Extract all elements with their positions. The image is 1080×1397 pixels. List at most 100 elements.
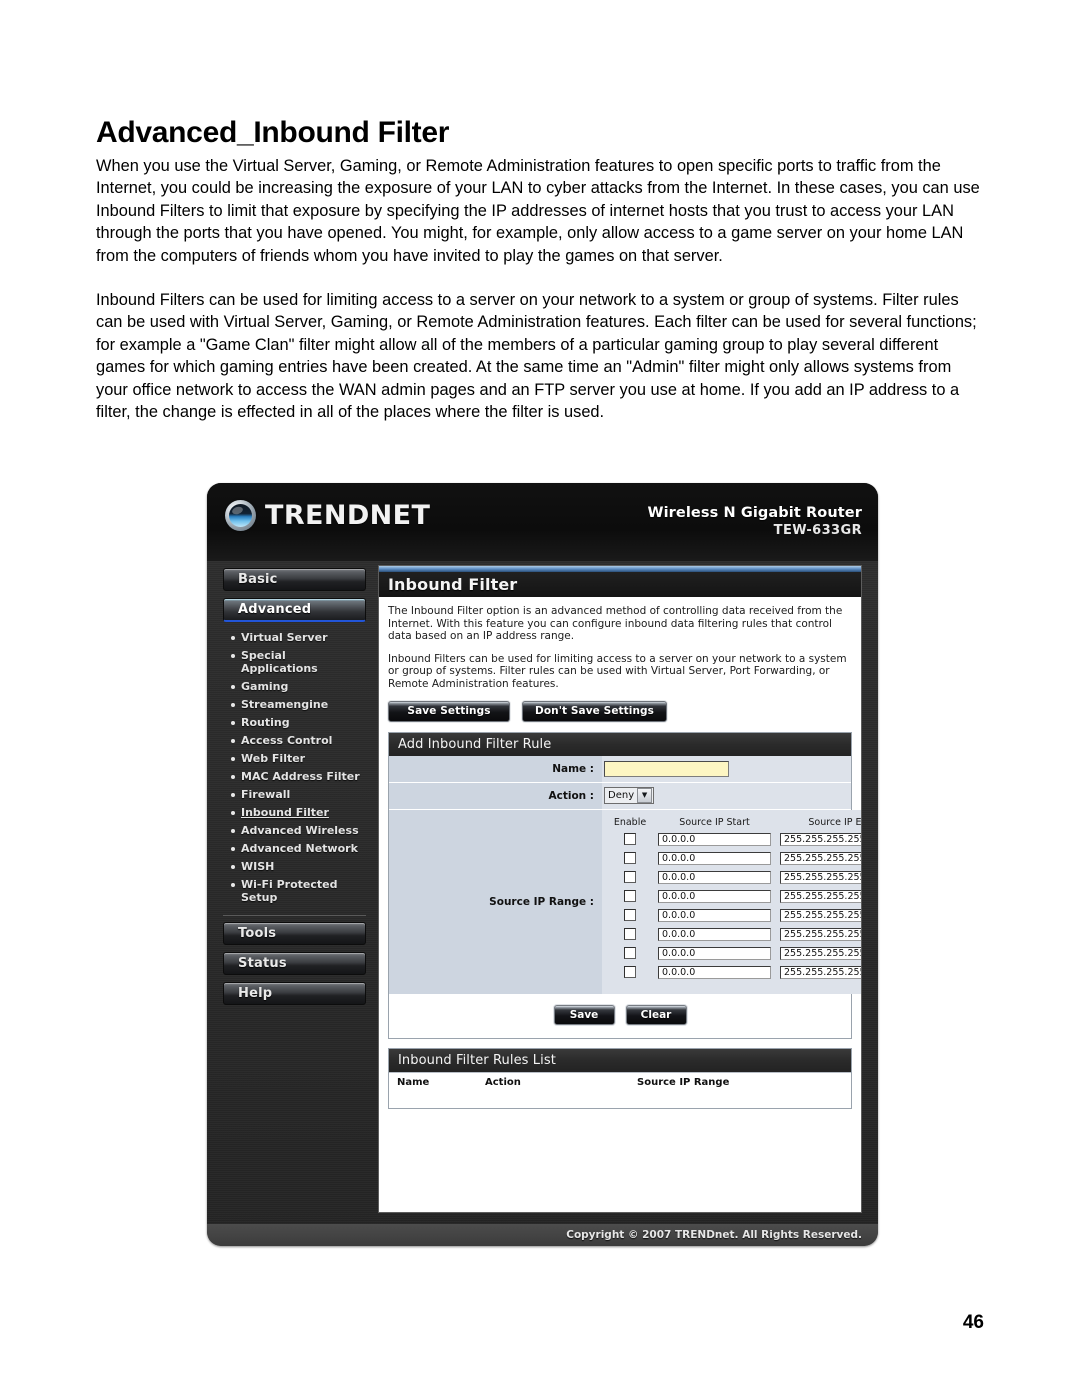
source-ip-start-input[interactable]: 0.0.0.0 — [658, 927, 771, 941]
action-row: Action : Deny ▼ — [389, 782, 851, 810]
table-row: 0.0.0.0 255.255.255.255 — [602, 870, 861, 884]
column-header-source-ip-range: Source IP Range — [637, 1076, 730, 1088]
rule-action-buttons: Save Clear — [389, 993, 851, 1038]
source-ip-end-input[interactable]: 255.255.255.255 — [780, 908, 861, 922]
sidebar-item-tools-label: Tools — [238, 926, 277, 941]
inbound-filter-rules-list-panel: Inbound Filter Rules List Name Action So… — [388, 1047, 852, 1109]
submenu-item-advanced-wireless[interactable]: Advanced Wireless — [229, 824, 366, 837]
submenu-item-wifi-protected-setup[interactable]: Wi-Fi Protected Setup — [229, 878, 366, 904]
bullet-icon — [231, 811, 235, 815]
bullet-icon — [231, 739, 235, 743]
enable-checkbox[interactable] — [624, 890, 636, 903]
sidebar-item-status[interactable]: Status — [223, 952, 366, 975]
submenu-item-web-filter[interactable]: Web Filter — [229, 752, 366, 765]
action-select-value: Deny — [608, 790, 635, 802]
bullet-icon — [231, 636, 235, 640]
submenu-item-gaming[interactable]: Gaming — [229, 680, 366, 693]
enable-checkbox[interactable] — [624, 947, 636, 960]
enable-checkbox[interactable] — [624, 871, 636, 884]
add-rule-body: Name : Action : Deny ▼ Source IP Range:… — [389, 755, 861, 1038]
submenu-item-access-control[interactable]: Access Control — [229, 734, 366, 747]
content-inner: The Inbound Filter option is an advanced… — [379, 597, 861, 1109]
submenu-item-wish[interactable]: WISH — [229, 860, 366, 873]
chevron-down-icon: ▼ — [637, 788, 653, 804]
intro-paragraph-2: Inbound Filters can be used for limiting… — [388, 652, 847, 690]
source-ip-end-input[interactable]: 255.255.255.255 — [780, 851, 861, 865]
sidebar-item-tools[interactable]: Tools — [223, 922, 366, 945]
model-id: TEW-633GR — [773, 523, 862, 538]
source-ip-range-table: Enable Source IP Start Source IP End 0.0… — [602, 809, 862, 994]
model-info: Wireless N Gigabit Router TEW-633GR — [648, 505, 862, 538]
sidebar-item-help[interactable]: Help — [223, 982, 366, 1005]
source-ip-end-input[interactable]: 255.255.255.255 — [780, 965, 861, 979]
table-row: 0.0.0.0 255.255.255.255 — [602, 965, 861, 979]
submenu-item-firewall[interactable]: Firewall — [229, 788, 366, 801]
clear-button[interactable]: Clear — [625, 1004, 687, 1025]
source-ip-end-input[interactable]: 255.255.255.255 — [780, 889, 861, 903]
add-inbound-filter-rule-panel: Add Inbound Filter Rule Name : Action : — [388, 731, 861, 1039]
action-label: Action : — [548, 789, 594, 802]
source-ip-start-input[interactable]: 0.0.0.0 — [658, 946, 771, 960]
bullet-icon — [231, 721, 235, 725]
table-row: 0.0.0.0 255.255.255.255 — [602, 946, 861, 960]
source-ip-start-input[interactable]: 0.0.0.0 — [658, 908, 771, 922]
paragraph-1: When you use the Virtual Server, Gaming,… — [96, 157, 980, 265]
source-ip-range-label: Source IP Range : — [389, 809, 602, 994]
enable-checkbox[interactable] — [624, 928, 636, 941]
enable-checkbox[interactable] — [624, 833, 636, 846]
source-ip-start-input[interactable]: 0.0.0.0 — [658, 832, 771, 846]
source-ip-start-input[interactable]: 0.0.0.0 — [658, 889, 771, 903]
enable-checkbox[interactable] — [624, 852, 636, 865]
submenu-item-virtual-server[interactable]: Virtual Server — [229, 631, 366, 644]
sidebar-item-basic-label: Basic — [238, 572, 278, 587]
paragraph-2: Inbound Filters can be used for limiting… — [96, 291, 977, 422]
bullet-icon — [231, 847, 235, 851]
table-row: 0.0.0.0 255.255.255.255 — [602, 908, 861, 922]
source-ip-start-input[interactable]: 0.0.0.0 — [658, 870, 771, 884]
page-number: 46 — [962, 1312, 984, 1333]
source-ip-end-input[interactable]: 255.255.255.255 — [780, 946, 861, 960]
enable-checkbox[interactable] — [624, 966, 636, 979]
bullet-icon — [231, 793, 235, 797]
submenu-item-streamengine[interactable]: Streamengine — [229, 698, 366, 711]
source-ip-start-input[interactable]: 0.0.0.0 — [658, 965, 771, 979]
rules-list-heading: Inbound Filter Rules List — [389, 1048, 851, 1072]
name-label: Name : — [552, 762, 594, 775]
settings-button-row: Save Settings Don't Save Settings — [388, 700, 852, 722]
sidebar-item-advanced[interactable]: Advanced — [223, 598, 366, 622]
document-body: When you use the Virtual Server, Gaming,… — [96, 155, 982, 445]
save-button[interactable]: Save — [553, 1004, 615, 1025]
rules-list-header: Name Action Source IP Range — [389, 1071, 851, 1092]
name-input[interactable] — [604, 760, 729, 777]
column-header-name: Name — [397, 1076, 430, 1088]
dont-save-settings-button[interactable]: Don't Save Settings — [522, 700, 668, 722]
submenu-item-routing[interactable]: Routing — [229, 716, 366, 729]
sidebar-item-advanced-label: Advanced — [238, 602, 312, 617]
trendnet-brand: TRENDNET — [225, 500, 430, 531]
content-area: Inbound Filter The Inbound Filter option… — [378, 565, 862, 1213]
source-ip-start-input[interactable]: 0.0.0.0 — [658, 851, 771, 865]
copyright-text: Copyright © 2007 TRENDnet. All Rights Re… — [566, 1229, 862, 1241]
save-settings-button[interactable]: Save Settings — [388, 700, 510, 722]
column-header-source-ip-end: Source IP End — [808, 816, 862, 828]
enable-checkbox[interactable] — [624, 909, 636, 922]
submenu-item-inbound-filter[interactable]: Inbound Filter — [229, 806, 366, 819]
rules-list-empty-area — [389, 1091, 851, 1108]
brand-name: TRENDNET — [265, 500, 431, 531]
bullet-icon — [231, 829, 235, 833]
action-select[interactable]: Deny ▼ — [604, 787, 655, 805]
intro-text: The Inbound Filter option is an advanced… — [388, 605, 852, 691]
sidebar-item-basic[interactable]: Basic — [223, 568, 366, 591]
submenu-item-advanced-network[interactable]: Advanced Network — [229, 842, 366, 855]
submenu-item-mac-address-filter[interactable]: MAC Address Filter — [229, 770, 366, 783]
source-ip-end-input[interactable]: 255.255.255.255 — [780, 927, 861, 941]
table-row: 0.0.0.0 255.255.255.255 — [602, 851, 861, 865]
column-header-enable: Enable — [613, 816, 647, 828]
name-field-wrap — [602, 755, 851, 782]
sidebar-item-status-label: Status — [238, 956, 287, 971]
submenu-item-special-applications[interactable]: Special Applications — [229, 649, 366, 675]
ip-table-header: Enable Source IP Start Source IP End — [602, 816, 862, 828]
source-ip-end-input[interactable]: 255.255.255.255 — [780, 870, 861, 884]
source-ip-end-input[interactable]: 255.255.255.255 — [780, 832, 861, 846]
trendnet-logo-icon — [225, 500, 256, 531]
